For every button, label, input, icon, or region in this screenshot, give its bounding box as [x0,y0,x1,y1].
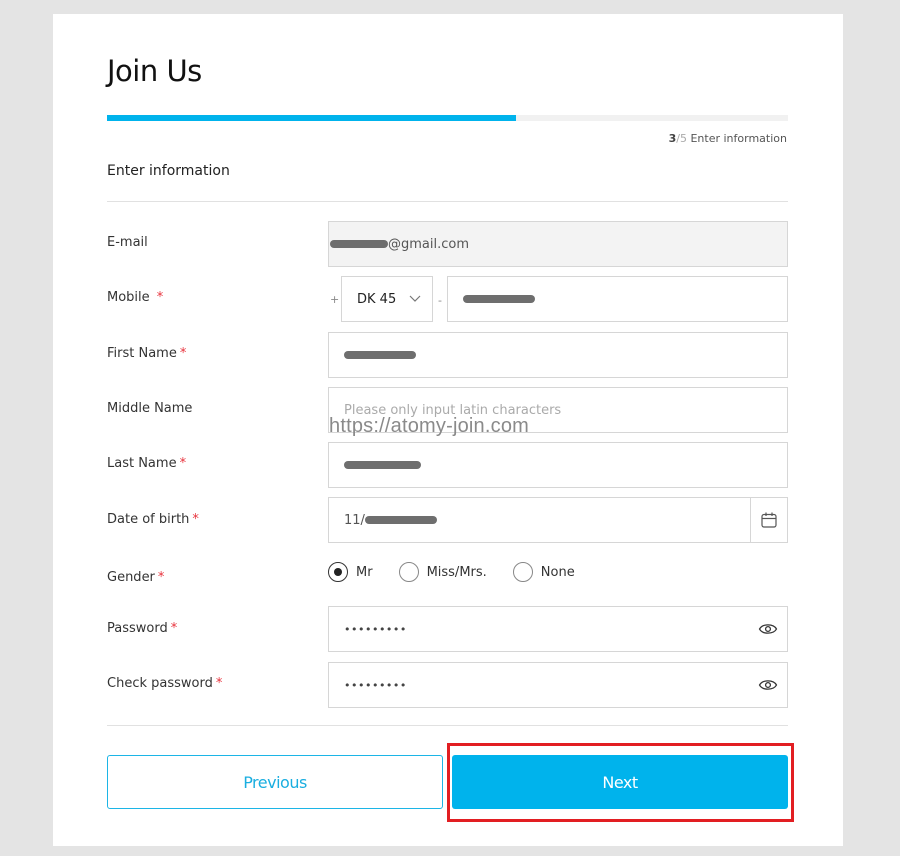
middle-name-label: Middle Name [107,401,193,416]
last-name-label: Last Name * [107,456,187,471]
check-password-label: Check password * [107,676,223,691]
radio-button-checked[interactable] [328,562,348,582]
radio-label: Miss/Mrs. [426,564,487,580]
gender-radio-group: Mr Miss/Mrs. None [328,562,601,582]
redacted-text [330,240,388,248]
mobile-number-field[interactable] [447,276,788,322]
email-field[interactable]: @gmail.com [328,221,788,267]
last-name-field[interactable] [328,442,788,488]
first-name-field[interactable] [328,332,788,378]
progress-bar [107,115,788,121]
footer-divider [107,725,788,726]
password-value: ••••••••• [344,622,407,636]
gender-label: Gender * [107,570,165,585]
gender-option-miss-mrs[interactable]: Miss/Mrs. [398,562,487,582]
eye-icon[interactable] [758,622,778,636]
eye-icon[interactable] [758,678,778,692]
signup-card: Join Us 3/5 Enter information Enter info… [53,14,843,846]
calendar-separator [750,498,751,542]
redacted-text [344,351,416,359]
next-button[interactable]: Next [452,755,788,809]
first-name-label: First Name * [107,346,187,361]
dob-value: 11/ [344,512,365,528]
check-password-value: ••••••••• [344,678,407,692]
section-title: Enter information [107,163,230,179]
email-label: E-mail [107,235,148,250]
section-divider [107,201,788,202]
gender-option-none[interactable]: None [512,562,575,582]
plus-sign: + [330,293,340,306]
password-label: Password * [107,621,178,636]
total-steps: /5 [676,132,687,145]
redacted-text [344,461,421,469]
mobile-label: Mobile * [107,290,164,305]
password-field[interactable]: ••••••••• [328,606,788,652]
page-title: Join Us [107,54,202,88]
dob-label: Date of birth * [107,512,199,527]
redacted-text [364,516,437,524]
previous-button[interactable]: Previous [107,755,443,809]
country-code-value: DK 45 [357,291,397,307]
watermark: https://atomy-join.com [329,415,530,437]
redacted-text [463,295,535,303]
progress-fill [107,115,516,121]
calendar-icon[interactable] [760,511,778,529]
step-name: Enter information [690,132,787,145]
check-password-field[interactable]: ••••••••• [328,662,788,708]
gender-option-mr[interactable]: Mr [328,562,373,582]
country-code-select[interactable]: DK 45 [341,276,433,322]
dob-field[interactable]: 11/ [328,497,788,543]
dash-separator: - [438,294,442,307]
chevron-down-icon [408,291,422,309]
radio-label: None [540,564,575,580]
radio-label: Mr [356,564,373,580]
radio-button[interactable] [398,562,419,582]
radio-button[interactable] [512,562,533,582]
email-value: @gmail.com [388,236,470,252]
step-indicator: 3/5 Enter information [669,132,787,145]
